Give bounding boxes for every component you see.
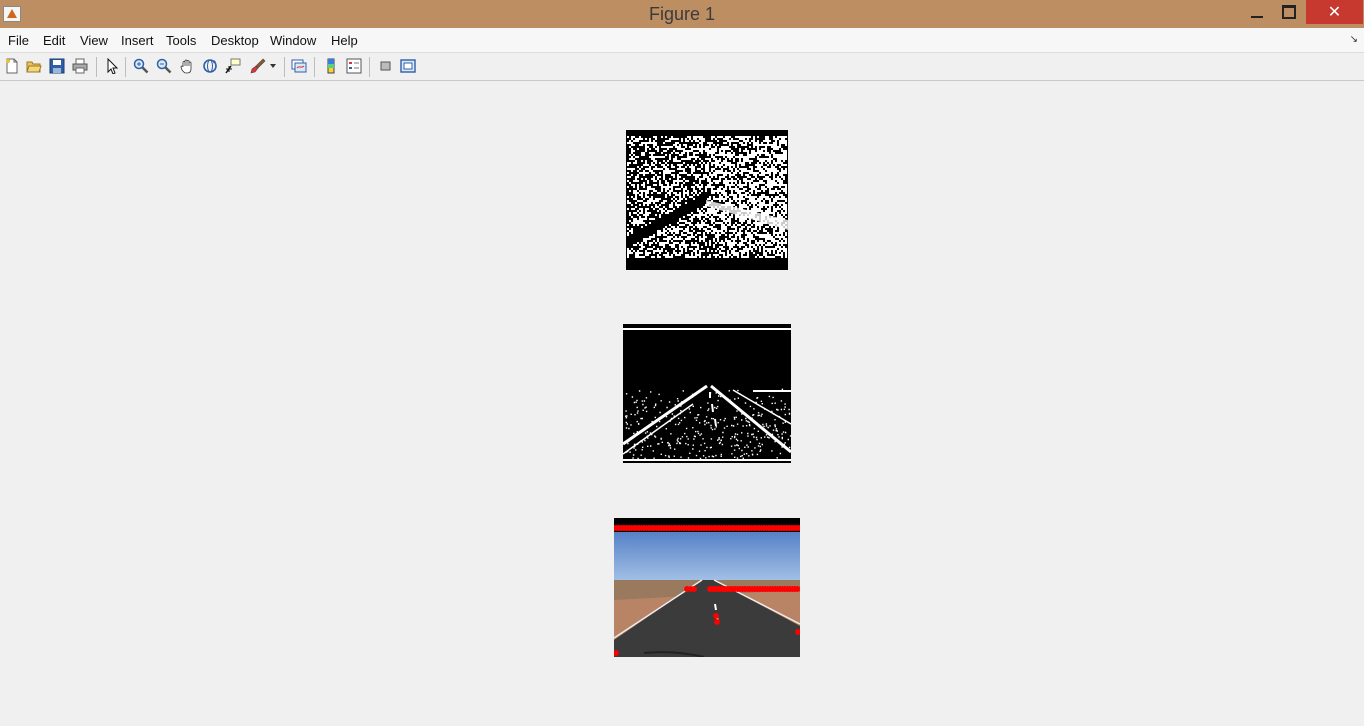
data-cursor-button[interactable] (224, 57, 242, 75)
print-icon (72, 58, 88, 74)
chevron-down-icon (270, 64, 276, 68)
menu-edit[interactable]: Edit (43, 33, 65, 48)
red-marker (713, 613, 719, 619)
hide-plot-tools-icon (380, 61, 391, 71)
menu-window[interactable]: Window (270, 33, 316, 48)
close-button[interactable]: ✕ (1306, 0, 1363, 24)
toolbar-separator (125, 57, 126, 77)
menu-tools[interactable]: Tools (166, 33, 196, 48)
dock-arrow-icon[interactable]: ↘ (1350, 34, 1358, 45)
rotate-3d-button[interactable] (201, 57, 219, 75)
noise-pixels (627, 136, 788, 258)
toolbar-separator (369, 57, 370, 77)
red-marker (691, 586, 697, 592)
rotate-3d-icon (203, 59, 217, 73)
window-title: Figure 1 (648, 4, 716, 24)
toolbar-separator (96, 57, 97, 77)
zoom-in-button[interactable] (132, 57, 150, 75)
menu-view[interactable]: View (80, 33, 108, 48)
open-button[interactable] (25, 57, 43, 75)
brush-dropdown[interactable] (268, 57, 278, 75)
title-bar: Figure 1 ✕ (0, 0, 1364, 28)
pan-icon (180, 59, 192, 74)
edge-binary-road-image[interactable] (623, 324, 791, 463)
red-marker (614, 650, 619, 656)
edit-plot-icon (107, 58, 119, 74)
red-marker (795, 629, 800, 635)
zoom-out-button[interactable] (155, 57, 173, 75)
red-marker (794, 586, 800, 592)
colorbar-icon (327, 58, 335, 74)
toolbar-separator (314, 57, 315, 77)
edge-binary-svg (623, 324, 791, 463)
minimize-button[interactable] (1241, 0, 1273, 24)
save-icon (49, 58, 65, 74)
road-photo-svg (614, 518, 800, 657)
menu-insert[interactable]: Insert (121, 33, 154, 48)
edit-plot-button[interactable] (103, 57, 121, 75)
legend-icon (346, 58, 362, 74)
zoom-out-icon (156, 58, 172, 74)
show-plot-tools-icon (400, 59, 416, 73)
menu-bar: File Edit View Insert Tools Desktop Wind… (0, 28, 1364, 53)
zoom-in-icon (133, 58, 149, 74)
open-icon (26, 61, 42, 73)
brush-button[interactable] (249, 57, 267, 75)
minimize-icon (1251, 16, 1263, 18)
noise-binary-image[interactable] (626, 130, 788, 270)
legend-button[interactable] (345, 57, 363, 75)
hide-plot-tools-button[interactable] (376, 57, 394, 75)
colorbar-button[interactable] (322, 57, 340, 75)
road-photo-with-red-markers[interactable] (614, 518, 800, 657)
noise-binary-svg (627, 136, 788, 258)
maximize-button[interactable] (1273, 0, 1305, 24)
link-plot-button[interactable] (290, 57, 308, 75)
menu-file[interactable]: File (8, 33, 29, 48)
close-icon: ✕ (1327, 4, 1342, 21)
new-figure-button[interactable] (3, 57, 21, 75)
save-button[interactable] (48, 57, 66, 75)
maximize-icon (1282, 5, 1296, 19)
link-plot-icon (291, 59, 307, 73)
menu-help[interactable]: Help (331, 33, 358, 48)
data-cursor-icon (225, 58, 241, 74)
show-plot-tools-button[interactable] (399, 57, 417, 75)
brush-icon (250, 58, 266, 74)
pan-button[interactable] (178, 57, 196, 75)
print-button[interactable] (71, 57, 89, 75)
red-marker (714, 619, 720, 625)
menu-desktop[interactable]: Desktop (211, 33, 259, 48)
figure-toolbar (0, 53, 1364, 81)
toolbar-separator (284, 57, 285, 77)
new-figure-icon (6, 58, 18, 74)
